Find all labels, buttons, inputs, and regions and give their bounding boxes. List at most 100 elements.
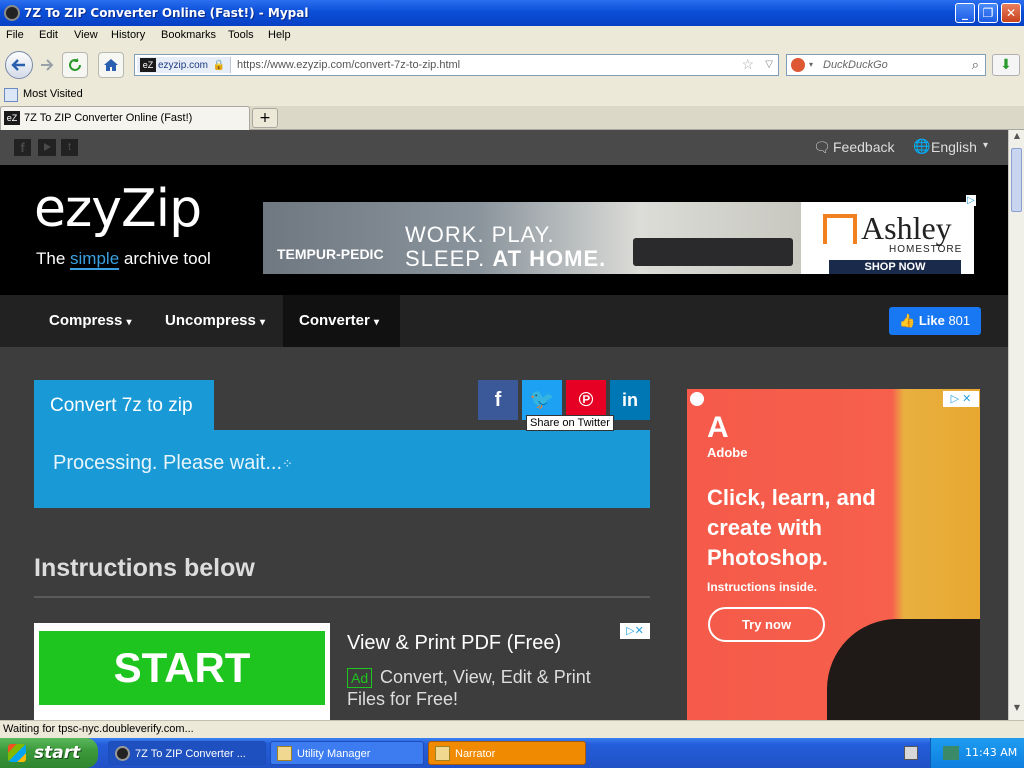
menu-tools[interactable]: Tools <box>228 29 254 41</box>
adchoices-icon[interactable]: ▷ <box>966 195 976 206</box>
thumbs-up-icon: 👍 <box>899 313 916 328</box>
share-twitter-button[interactable]: 🐦 <box>522 380 562 420</box>
task-utility-manager[interactable]: Utility Manager <box>270 741 424 765</box>
menu-file[interactable]: File <box>6 29 24 41</box>
share-linkedin-button[interactable]: in <box>610 380 650 420</box>
adobe-headline-2: create with <box>707 515 822 540</box>
site-top-strip: f t 🗨 Feedback 🌐 English ▾ <box>0 130 1008 165</box>
close-button[interactable]: ✕ <box>1001 3 1021 23</box>
new-tab-button[interactable]: + <box>252 108 278 128</box>
globe-icon: 🌐 <box>913 138 931 154</box>
convert-tab-label: Convert 7z to zip <box>50 395 193 416</box>
adobe-sub: Instructions inside. <box>707 580 818 594</box>
share-pinterest-button[interactable]: ℗ <box>566 380 606 420</box>
lock-icon: 🔒 <box>212 60 225 71</box>
site-identity[interactable]: eZ ezyzip.com 🔒 <box>137 57 231 73</box>
accessibility-tray-icon[interactable] <box>943 746 959 760</box>
ezyzip-favicon: eZ <box>140 58 156 72</box>
menu-bar: File Edit View History Bookmarks Tools H… <box>0 26 1024 46</box>
restore-button[interactable]: ❐ <box>978 3 998 23</box>
ashley-ad[interactable]: Ashley HOMESTORE SHOP NOW <box>801 202 974 274</box>
banner-line1: WORK. PLAY. <box>405 222 555 247</box>
address-bar[interactable]: eZ ezyzip.com 🔒 https://www.ezyzip.com/co… <box>134 54 779 76</box>
site-logo[interactable]: ezyZip <box>34 179 202 239</box>
banner-line2: SLEEP. AT HOME. <box>405 246 606 272</box>
adobe-headline-1: Click, learn, and <box>707 485 876 510</box>
task-narrator[interactable]: Narrator <box>428 741 586 765</box>
scroll-up-icon[interactable]: ▲ <box>1010 131 1024 145</box>
convert-tab[interactable]: Convert 7z to zip <box>34 380 214 430</box>
tagline-pre: The <box>36 249 66 268</box>
site-header: ezyZip The simple archive tool TEMPUR-PE… <box>0 165 1008 295</box>
adobe-ad[interactable]: ▷ ✕ A Adobe Click, learn, and create wit… <box>687 389 980 720</box>
adchoices-icon[interactable]: ▷✕ <box>620 623 650 639</box>
utility-manager-icon <box>277 746 292 761</box>
home-icon <box>104 59 118 71</box>
system-tray: 11:43 AM <box>930 738 1024 768</box>
adobe-logo-icon: A <box>707 411 729 444</box>
twitter-icon[interactable]: t <box>61 139 78 156</box>
reload-button[interactable] <box>62 52 88 78</box>
clock[interactable]: 11:43 AM <box>965 738 1017 768</box>
minimize-button[interactable]: _ <box>955 3 975 23</box>
start-ad[interactable]: START <box>34 623 330 720</box>
like-label: Like <box>918 313 945 328</box>
search-box[interactable]: ▾ DuckDuckGo ⌕ <box>786 54 986 76</box>
site-nav: Compress ▾ Uncompress ▾ Converter ▾ 👍 Li… <box>0 295 1008 347</box>
scroll-down-icon[interactable]: ▼ <box>1010 703 1024 717</box>
most-visited-link[interactable]: Most Visited <box>23 88 83 100</box>
site-domain: ezyzip.com <box>158 60 209 71</box>
vertical-scrollbar[interactable]: ▲ ▼ <box>1008 130 1024 720</box>
status-bar: Waiting for tpsc-nyc.doubleverify.com... <box>0 720 1024 738</box>
menu-view[interactable]: View <box>74 29 98 41</box>
language-caret-icon[interactable]: ▾ <box>983 140 988 151</box>
menu-help[interactable]: Help <box>268 29 291 41</box>
home-button[interactable] <box>98 52 124 78</box>
url-dropdown-icon[interactable]: ▽ <box>765 59 773 70</box>
facebook-icon[interactable]: f <box>14 139 31 156</box>
chevron-down-icon: ▾ <box>260 317 266 328</box>
language-selector[interactable]: English <box>931 139 977 155</box>
menu-history[interactable]: History <box>111 29 145 41</box>
pdf-ad-title[interactable]: View & Print PDF (Free) <box>347 632 561 655</box>
download-button[interactable]: ⬇ <box>992 54 1020 76</box>
banner-line2-pre: SLEEP. <box>405 246 486 271</box>
forward-button[interactable] <box>34 52 60 78</box>
shop-now-button[interactable]: SHOP NOW <box>829 260 961 274</box>
twitter-tooltip: Share on Twitter <box>526 415 614 431</box>
adobe-brand: Adobe <box>707 445 748 460</box>
facebook-like-button[interactable]: 👍 Like 801 <box>889 307 981 335</box>
adchoices-icon[interactable]: ▷ ✕ <box>943 391 979 407</box>
ad-shield-icon <box>690 392 704 406</box>
feedback-link[interactable]: Feedback <box>833 139 894 155</box>
menu-edit[interactable]: Edit <box>39 29 58 41</box>
nav-compress[interactable]: Compress ▾ <box>33 295 148 347</box>
start-ad-button[interactable]: START <box>39 631 325 705</box>
tab-label: 7Z To ZIP Converter Online (Fast!) <box>24 112 193 124</box>
keyboard-tray-icon[interactable] <box>904 746 918 760</box>
window-title-bar[interactable]: 7Z To ZIP Converter Online (Fast!) - Myp… <box>0 0 1024 26</box>
duckduckgo-icon[interactable] <box>791 58 805 72</box>
share-facebook-button[interactable]: f <box>478 380 518 420</box>
scroll-thumb[interactable] <box>1011 148 1022 212</box>
adobe-headline-3: Photoshop. <box>707 545 828 570</box>
navigation-toolbar: eZ ezyzip.com 🔒 https://www.ezyzip.com/co… <box>0 46 1024 84</box>
nav-uncompress[interactable]: Uncompress ▾ <box>149 295 281 347</box>
nav-converter[interactable]: Converter ▾ <box>283 295 400 347</box>
youtube-icon[interactable] <box>38 139 56 156</box>
try-now-button[interactable]: Try now <box>708 607 825 642</box>
search-icon[interactable]: ⌕ <box>972 57 979 73</box>
tab-active[interactable]: eZ 7Z To ZIP Converter Online (Fast!) <box>0 106 250 130</box>
status-text: Waiting for tpsc-nyc.doubleverify.com... <box>3 723 194 735</box>
processing-text: Processing. Please wait... <box>53 452 282 474</box>
start-button[interactable]: start <box>0 738 98 768</box>
bookmark-star-icon[interactable]: ☆ <box>741 56 754 73</box>
tempurpedic-banner-ad[interactable]: TEMPUR-PEDIC WORK. PLAY. SLEEP. AT HOME. <box>263 202 801 274</box>
search-engine-dropdown-icon[interactable]: ▾ <box>809 60 813 69</box>
back-button[interactable] <box>5 51 33 79</box>
nav-uncompress-label: Uncompress <box>165 312 256 329</box>
tagline-post: archive tool <box>123 249 211 268</box>
task-browser[interactable]: 7Z To ZIP Converter ... <box>108 741 266 765</box>
main-content: Convert 7z to zip f 🐦 ℗ in Processing. P… <box>0 347 1008 720</box>
menu-bookmarks[interactable]: Bookmarks <box>161 29 216 41</box>
